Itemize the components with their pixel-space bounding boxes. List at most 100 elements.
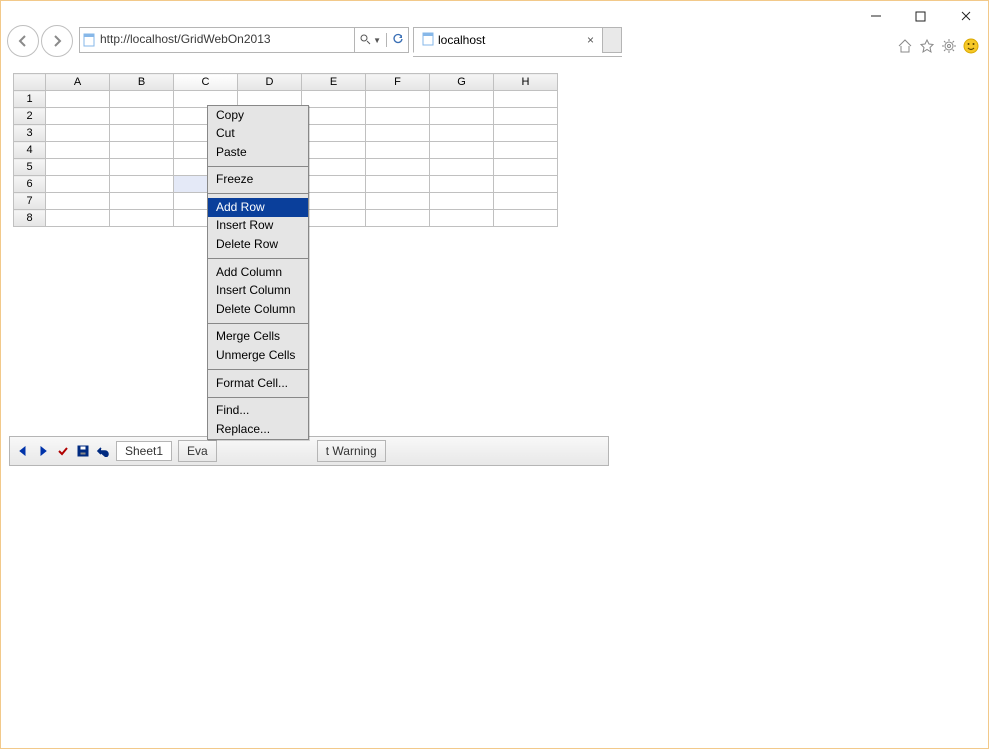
ctx-insert-row[interactable]: Insert Row — [208, 217, 308, 236]
cell-E7[interactable] — [302, 193, 366, 210]
ctx-delete-column[interactable]: Delete Column — [208, 300, 308, 319]
cell-G6[interactable] — [430, 176, 494, 193]
tab-close-icon[interactable]: × — [587, 33, 594, 47]
feedback-icon[interactable] — [962, 37, 980, 55]
ctx-cut[interactable]: Cut — [208, 125, 308, 144]
cell-E4[interactable] — [302, 142, 366, 159]
eval-button-right[interactable]: t Warning — [317, 440, 386, 462]
cell-F2[interactable] — [366, 108, 430, 125]
cell-B3[interactable] — [110, 125, 174, 142]
cell-A3[interactable] — [46, 125, 110, 142]
row-header-6[interactable]: 6 — [14, 176, 46, 193]
search-icon[interactable] — [359, 33, 371, 48]
accept-icon[interactable] — [56, 444, 70, 458]
cell-H8[interactable] — [494, 210, 558, 227]
select-all-corner[interactable] — [14, 74, 46, 91]
col-header-F[interactable]: F — [366, 74, 430, 91]
ctx-format-cell[interactable]: Format Cell... — [208, 374, 308, 393]
ctx-unmerge-cells[interactable]: Unmerge Cells — [208, 347, 308, 366]
maximize-button[interactable] — [898, 2, 943, 30]
ctx-delete-row[interactable]: Delete Row — [208, 236, 308, 255]
row-header-8[interactable]: 8 — [14, 210, 46, 227]
browser-tab[interactable]: localhost × — [413, 27, 603, 53]
cell-F4[interactable] — [366, 142, 430, 159]
cell-G3[interactable] — [430, 125, 494, 142]
chevron-down-icon[interactable]: ▼ — [373, 36, 381, 45]
cell-E3[interactable] — [302, 125, 366, 142]
cell-G7[interactable] — [430, 193, 494, 210]
minimize-button[interactable] — [853, 2, 898, 30]
cell-B2[interactable] — [110, 108, 174, 125]
new-tab-button[interactable] — [602, 27, 622, 53]
cell-A1[interactable] — [46, 91, 110, 108]
cell-E8[interactable] — [302, 210, 366, 227]
ctx-replace[interactable]: Replace... — [208, 420, 308, 439]
cell-G1[interactable] — [430, 91, 494, 108]
cell-E6[interactable] — [302, 176, 366, 193]
cell-F7[interactable] — [366, 193, 430, 210]
col-header-E[interactable]: E — [302, 74, 366, 91]
ctx-paste[interactable]: Paste — [208, 143, 308, 162]
cell-F5[interactable] — [366, 159, 430, 176]
cell-B1[interactable] — [110, 91, 174, 108]
cell-A4[interactable] — [46, 142, 110, 159]
cell-H1[interactable] — [494, 91, 558, 108]
spreadsheet-grid[interactable]: ABCDEFGH12345678 — [13, 73, 609, 227]
ctx-add-row[interactable]: Add Row — [208, 198, 308, 217]
tools-icon[interactable] — [940, 37, 958, 55]
row-header-2[interactable]: 2 — [14, 108, 46, 125]
cell-B7[interactable] — [110, 193, 174, 210]
cell-F3[interactable] — [366, 125, 430, 142]
cell-H5[interactable] — [494, 159, 558, 176]
cell-G8[interactable] — [430, 210, 494, 227]
cell-H4[interactable] — [494, 142, 558, 159]
prev-sheet-icon[interactable] — [16, 444, 30, 458]
cell-E2[interactable] — [302, 108, 366, 125]
cell-H6[interactable] — [494, 176, 558, 193]
cell-A2[interactable] — [46, 108, 110, 125]
cell-G2[interactable] — [430, 108, 494, 125]
ctx-copy[interactable]: Copy — [208, 106, 308, 125]
cell-G5[interactable] — [430, 159, 494, 176]
ctx-insert-column[interactable]: Insert Column — [208, 282, 308, 301]
refresh-icon[interactable] — [392, 33, 404, 48]
undo-icon[interactable] — [96, 444, 110, 458]
ctx-add-column[interactable]: Add Column — [208, 263, 308, 282]
cell-B4[interactable] — [110, 142, 174, 159]
cell-E5[interactable] — [302, 159, 366, 176]
cell-H7[interactable] — [494, 193, 558, 210]
cell-B6[interactable] — [110, 176, 174, 193]
next-sheet-icon[interactable] — [36, 444, 50, 458]
cell-F6[interactable] — [366, 176, 430, 193]
back-button[interactable] — [7, 25, 39, 57]
row-header-4[interactable]: 4 — [14, 142, 46, 159]
cell-B8[interactable] — [110, 210, 174, 227]
cell-G4[interactable] — [430, 142, 494, 159]
row-header-5[interactable]: 5 — [14, 159, 46, 176]
cell-E1[interactable] — [302, 91, 366, 108]
address-bar[interactable]: http://localhost/GridWebOn2013 ▼ — [79, 27, 409, 53]
cell-F8[interactable] — [366, 210, 430, 227]
row-header-1[interactable]: 1 — [14, 91, 46, 108]
col-header-B[interactable]: B — [110, 74, 174, 91]
col-header-A[interactable]: A — [46, 74, 110, 91]
favorites-icon[interactable] — [918, 37, 936, 55]
cell-A8[interactable] — [46, 210, 110, 227]
cell-B5[interactable] — [110, 159, 174, 176]
col-header-G[interactable]: G — [430, 74, 494, 91]
cell-A5[interactable] — [46, 159, 110, 176]
cell-A7[interactable] — [46, 193, 110, 210]
close-button[interactable] — [943, 2, 988, 30]
row-header-3[interactable]: 3 — [14, 125, 46, 142]
url-text[interactable]: http://localhost/GridWebOn2013 — [98, 28, 354, 52]
cell-A6[interactable] — [46, 176, 110, 193]
cell-F1[interactable] — [366, 91, 430, 108]
forward-button[interactable] — [41, 25, 73, 57]
cell-H2[interactable] — [494, 108, 558, 125]
home-icon[interactable] — [896, 37, 914, 55]
col-header-D[interactable]: D — [238, 74, 302, 91]
sheet-tab[interactable]: Sheet1 — [116, 441, 172, 461]
col-header-C[interactable]: C — [174, 74, 238, 91]
eval-button-left[interactable]: Eva — [178, 440, 217, 462]
ctx-freeze[interactable]: Freeze — [208, 171, 308, 190]
